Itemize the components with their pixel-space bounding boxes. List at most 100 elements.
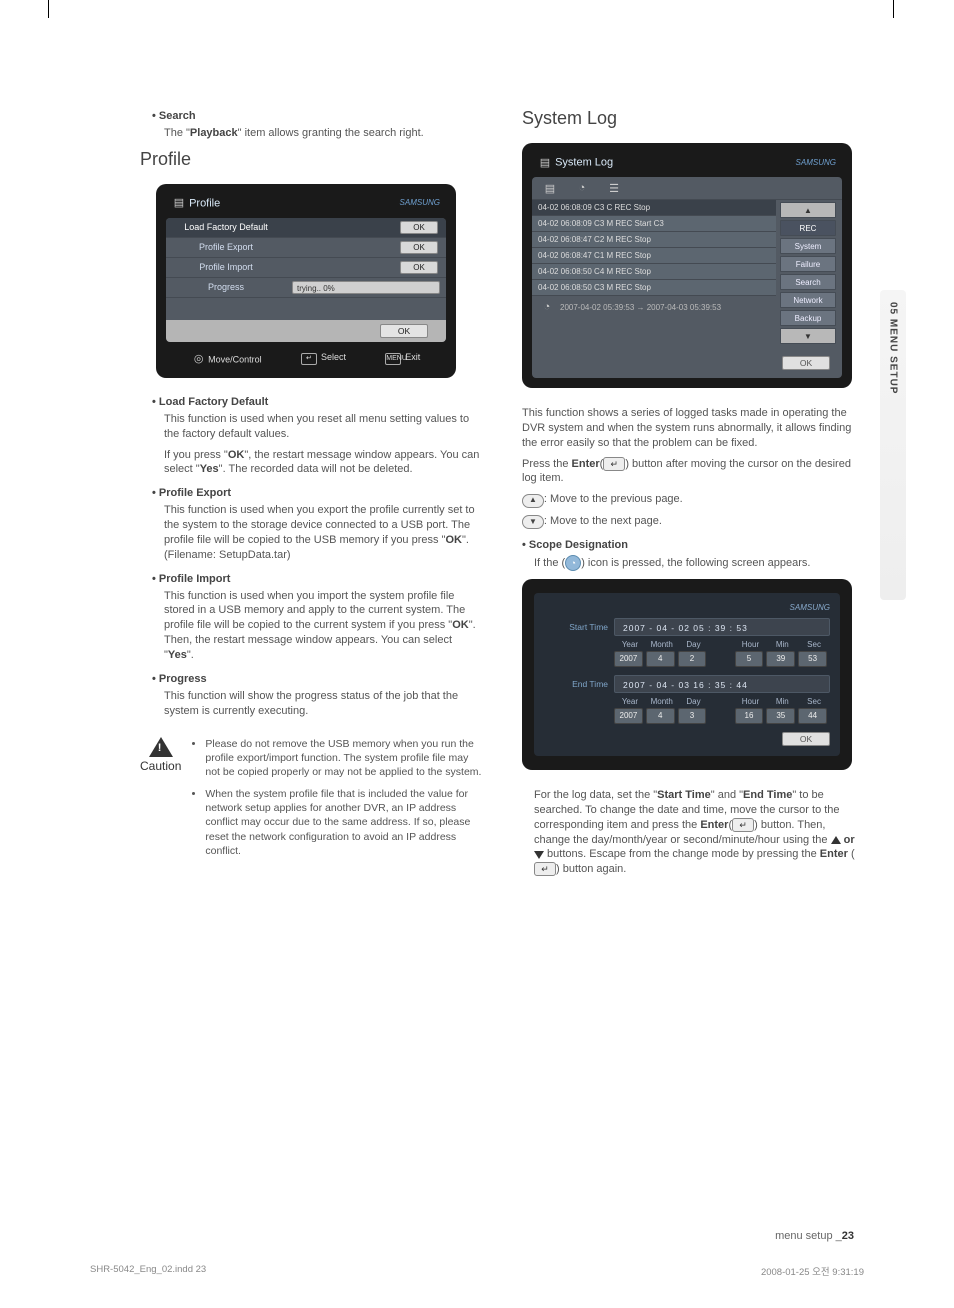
caution-block: Caution Please do not remove the USB mem… [140,737,482,866]
row-progress: Progress trying.. 0% [166,278,446,298]
scope-heading: Scope Designation [522,539,864,551]
system-log-heading: System Log [522,108,864,129]
profile-export-heading: Profile Export [152,487,482,499]
down-key-icon: ▼ [522,515,544,529]
profile-export-text: This function is used when you export th… [164,503,482,562]
end-time-field[interactable]: 2007 - 04 - 03 16 : 35 : 44 [614,675,830,693]
caution-icon [149,737,173,757]
val-month[interactable]: 4 [646,708,675,724]
scope-ok-button[interactable]: OK [782,732,830,746]
enter-key-icon: ↵ [301,353,317,365]
scope-ui-panel: SAMSUNG Start Time 2007 - 04 - 02 05 : 3… [522,579,852,770]
search-text: The "Playback" item allows granting the … [164,126,482,141]
row-profile-export[interactable]: Profile Export OK [166,238,446,258]
scroll-down-button[interactable]: ▼ [780,328,836,344]
progress-field: trying.. 0% [292,281,440,294]
ok-button[interactable]: OK [400,221,438,234]
clock-icon: ◔ [540,300,554,314]
side-backup-button[interactable]: Backup [780,310,836,326]
syslog-press-enter: Press the Enter(↵) button after moving t… [522,457,864,487]
row-load-factory-default[interactable]: Load Factory Default OK [166,218,446,238]
side-failure-button[interactable]: Failure [780,256,836,272]
val-year[interactable]: 2007 [614,651,643,667]
side-system-button[interactable]: System [780,238,836,254]
val-sec[interactable]: 44 [798,708,827,724]
log-line[interactable]: 04-02 06:08:47 C2 M REC Stop [532,232,776,248]
log-ok-button[interactable]: OK [782,356,830,370]
print-timestamp: 2008-01-25 오전 9:31:19 [761,1264,864,1278]
val-day[interactable]: 3 [678,708,707,724]
search-heading: Search [152,110,482,122]
profile-heading: Profile [140,149,482,170]
side-rec-button[interactable]: REC [780,220,836,236]
start-time-values: 2007 4 2 5 39 53 [614,651,830,667]
prev-page-hint: ▲: Move to the previous page. [522,492,864,507]
column-headers: Year Month Day Hour Min Sec [614,640,830,649]
enter-key-icon: ↵ [534,862,556,876]
log-line[interactable]: 04-02 06:08:50 C4 M REC Stop [532,264,776,280]
menu-key-icon: MENU [385,353,401,365]
clock-icon: ◔ [565,555,581,571]
section-tab-label: 05 MENU SETUP [888,302,899,394]
caution-item: When the system profile file that is inc… [205,787,482,858]
ok-button[interactable]: OK [400,241,438,254]
next-page-hint: ▼: Move to the next page. [522,514,864,529]
val-sec[interactable]: 53 [798,651,827,667]
val-min[interactable]: 39 [766,651,795,667]
caution-label: Caution [140,759,181,773]
right-column: System Log ▤ System Log SAMSUNG ▤ ◔ ☰ 0 [522,100,864,883]
panel-icon: ▤ [172,196,186,210]
footer-exit: MENUExit [385,352,420,365]
side-search-button[interactable]: Search [780,274,836,290]
log-line[interactable]: 04-02 06:08:09 C3 C REC Stop [532,200,776,216]
panel-icon: ▤ [538,155,552,169]
side-network-button[interactable]: Network [780,292,836,308]
section-tab: 05 MENU SETUP [880,290,906,600]
ok-button[interactable]: OK [400,261,438,274]
syslog-desc: This function shows a series of logged t… [522,406,864,451]
up-arrow-icon [831,836,841,844]
progress-text: This function will show the progress sta… [164,689,482,719]
start-time-field[interactable]: 2007 - 04 - 02 05 : 39 : 53 [614,618,830,636]
brand-logo: SAMSUNG [544,603,830,612]
panel-ok-button[interactable]: OK [380,324,428,338]
val-month[interactable]: 4 [646,651,675,667]
row-profile-import[interactable]: Profile Import OK [166,258,446,278]
left-column: Search The "Playback" item allows granti… [140,100,482,883]
val-hour[interactable]: 5 [735,651,764,667]
log-line[interactable]: 04-02 06:08:09 C3 M REC Start C3 [532,216,776,232]
scroll-up-button[interactable]: ▲ [780,202,836,218]
end-time-values: 2007 4 3 16 35 44 [614,708,830,724]
scope-intro: If the (◔) icon is pressed, the followin… [534,555,864,571]
end-time-label: End Time [544,679,614,689]
filter-icon[interactable]: ☰ [606,181,622,195]
caution-item: Please do not remove the USB memory when… [205,737,482,780]
footer-select: ↵Select [301,352,346,365]
val-year[interactable]: 2007 [614,708,643,724]
log-side-buttons: ▲ REC System Failure Search Network Back… [776,200,842,352]
clock-icon[interactable]: ◔ [574,181,590,195]
log-line[interactable]: 04-02 06:08:47 C1 M REC Stop [532,248,776,264]
progress-heading: Progress [152,673,482,685]
up-key-icon: ▲ [522,494,544,508]
lfd-heading: Load Factory Default [152,396,482,408]
profile-ui-panel: ▤ Profile SAMSUNG Load Factory Default O… [156,184,456,378]
lfd-text-1: This function is used when you reset all… [164,412,482,442]
footer-move: ◎ Move/Control [192,352,262,366]
val-min[interactable]: 35 [766,708,795,724]
calendar-icon[interactable]: ▤ [542,181,558,195]
log-status: ◔ 2007-04-02 05:39:53 → 2007-04-03 05:39… [532,296,776,318]
panel-title: Profile [189,197,220,209]
down-arrow-icon [534,851,544,859]
log-line[interactable]: 04-02 06:08:50 C3 M REC Stop [532,280,776,296]
column-headers: Year Month Day Hour Min Sec [614,697,830,706]
val-hour[interactable]: 16 [735,708,764,724]
scope-desc: For the log data, set the "Start Time" a… [534,788,864,877]
panel-title: System Log [555,157,613,169]
profile-import-text: This function is used when you import th… [164,589,482,663]
enter-key-icon: ↵ [603,457,625,471]
file-name: SHR-5042_Eng_02.indd 23 [90,1264,206,1278]
brand-logo: SAMSUNG [796,158,836,167]
val-day[interactable]: 2 [678,651,707,667]
move-icon: ◎ [192,352,206,366]
